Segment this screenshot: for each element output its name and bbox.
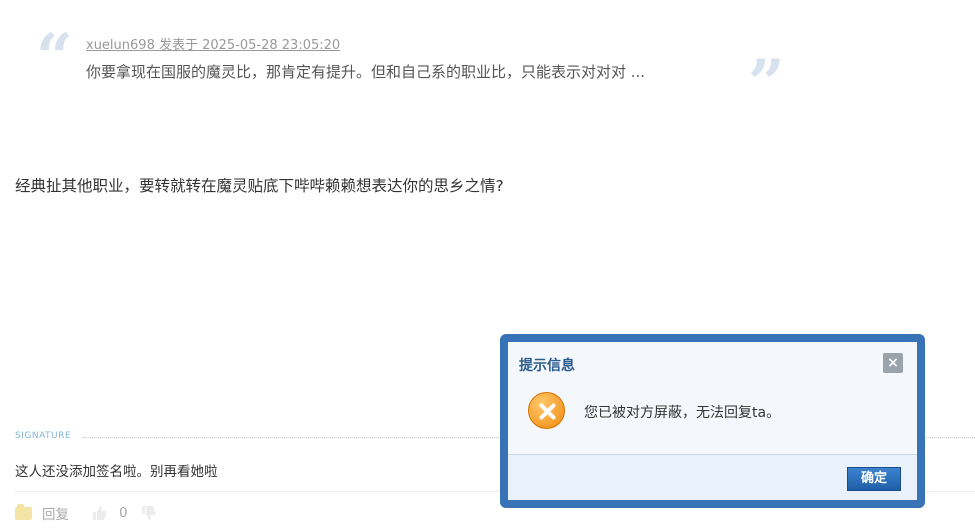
signature-label: SIGNATURE xyxy=(15,431,72,441)
dialog-message: 您已被对方屏蔽，无法回复ta。 xyxy=(584,405,781,421)
error-x-icon xyxy=(528,392,565,429)
thumbs-down-icon[interactable] xyxy=(140,505,156,521)
close-icon[interactable]: × xyxy=(883,353,903,373)
reply-button[interactable]: 回复 xyxy=(42,503,69,523)
post-actions: 回复 0 xyxy=(15,502,156,524)
ok-button[interactable]: 确定 xyxy=(847,467,901,491)
post-body: 经典扯其他职业，要转就转在魔灵贴底下哔哔赖赖想表达你的思乡之情? xyxy=(15,177,504,195)
like-count: 0 xyxy=(119,505,128,521)
reply-icon[interactable] xyxy=(15,503,32,520)
alert-dialog: 提示信息 × 您已被对方屏蔽，无法回复ta。 确定 xyxy=(500,334,925,508)
thumbs-up-icon[interactable] xyxy=(91,505,107,521)
quote-text: 你要拿现在国服的魔灵比，那肯定有提升。但和自己系的职业比，只能表示对对对 ... xyxy=(86,63,646,81)
quote-close-icon: ” xyxy=(748,46,785,121)
dialog-title: 提示信息 xyxy=(519,358,575,374)
quote-author-link[interactable]: xuelun698 发表于 2025-05-28 23:05:20 xyxy=(86,34,340,53)
signature-text: 这人还没添加签名啦。别再看她啦 xyxy=(15,464,218,480)
quote-open-icon: “ xyxy=(36,20,73,95)
quote-block: “ xuelun698 发表于 2025-05-28 23:05:20 你要拿现… xyxy=(30,20,790,116)
dialog-footer: 确定 xyxy=(508,454,917,500)
alert-dialog-body: 提示信息 × 您已被对方屏蔽，无法回复ta。 确定 xyxy=(508,342,917,500)
